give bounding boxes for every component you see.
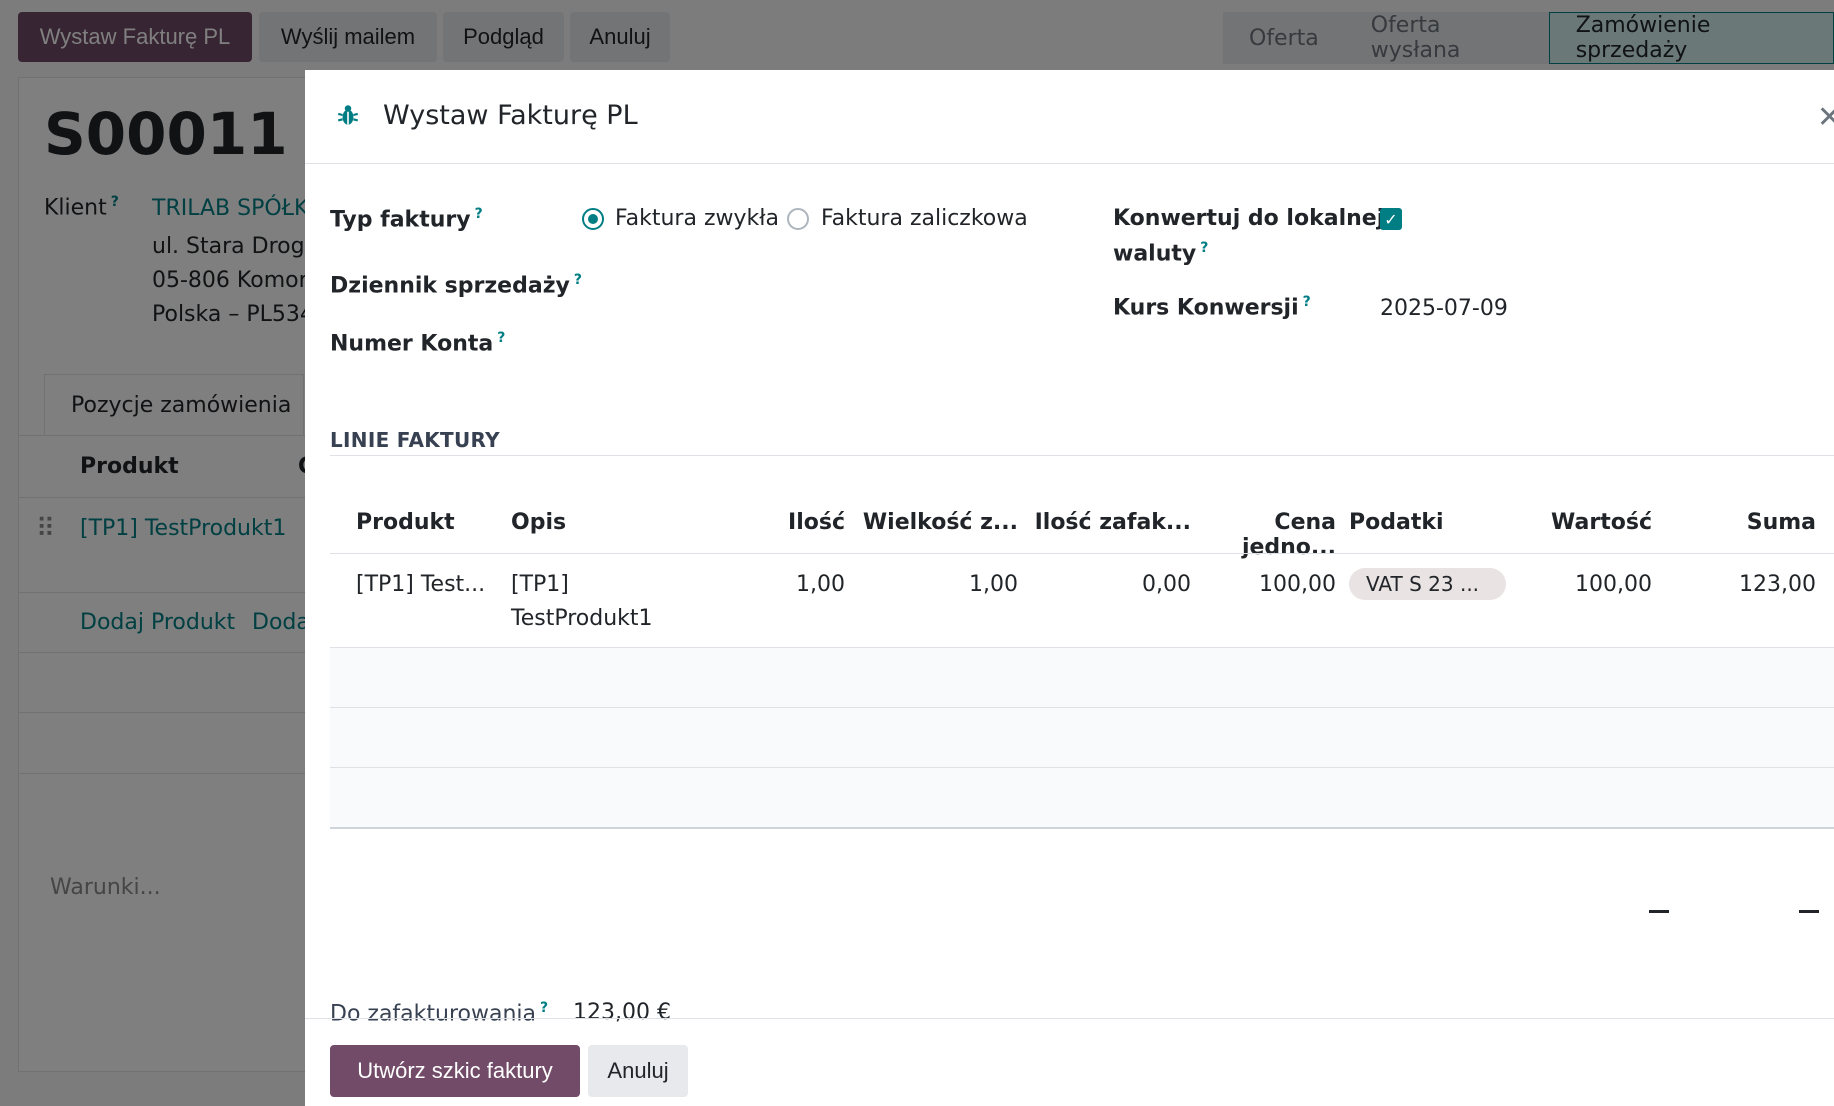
column-description[interactable]: Opis [511,510,566,535]
row-value: 100,00 [1575,572,1652,597]
divider [330,553,1834,554]
tax-badge[interactable]: VAT S 23 ... [1349,568,1506,600]
dialog-footer-divider [305,1018,1834,1019]
radio-regular-invoice[interactable] [582,208,604,230]
to-invoice-label: Do zafakturowania? [330,1000,549,1027]
radio-advance-label[interactable]: Faktura zaliczkowa [821,206,1028,231]
row-product[interactable]: [TP1] Test... [356,572,485,597]
divider [330,455,1834,456]
convert-currency-checkbox[interactable]: ✓ [1380,208,1402,230]
column-total[interactable]: Suma [1665,510,1816,535]
table-footer-divider [330,827,1834,829]
invoice-wizard-dialog: Wystaw Fakturę PL ✕ Typ faktury? Faktura… [305,70,1834,1106]
row-total: 123,00 [1739,572,1816,597]
to-invoice-value: 123,00 € [573,1000,671,1025]
close-icon[interactable]: ✕ [1817,100,1834,135]
invoice-lines-title: LINIE FAKTURY [330,428,500,452]
column-value[interactable]: Wartość [1525,510,1652,535]
dialog-header: Wystaw Fakturę PL ✕ [305,70,1834,164]
conversion-rate-value[interactable]: 2025-07-09 [1380,296,1508,321]
create-draft-invoice-button[interactable]: Utwórz szkic faktury [330,1045,580,1097]
dialog-title: Wystaw Fakturę PL [383,100,638,131]
account-number-label: Numer Konta? [330,330,506,357]
sum-total-dash [1799,910,1819,913]
row-description-2[interactable]: TestProdukt1 [511,606,653,631]
column-taxes[interactable]: Podatki [1349,510,1444,535]
convert-currency-label-2: waluty? [1113,240,1209,267]
conversion-rate-label: Kurs Konwersji? [1113,294,1311,321]
column-size[interactable]: Wielkość z... [845,510,1018,535]
table-row-empty [330,708,1834,767]
column-quantity[interactable]: Ilość [725,510,845,535]
radio-regular-label[interactable]: Faktura zwykła [615,206,779,231]
column-invoiced-qty[interactable]: Ilość zafak... [1018,510,1191,535]
sales-journal-label: Dziennik sprzedaży? [330,272,582,299]
bug-icon[interactable] [335,102,361,128]
table-row-empty [330,648,1834,707]
row-quantity[interactable]: 1,00 [725,572,845,597]
row-unit-price[interactable]: 100,00 [1191,572,1336,597]
column-product[interactable]: Produkt [356,510,455,535]
invoice-type-label: Typ faktury? [330,206,483,233]
row-invoiced-qty[interactable]: 0,00 [1018,572,1191,597]
row-size[interactable]: 1,00 [845,572,1018,597]
value-total-dash [1649,910,1669,913]
table-row-empty [330,768,1834,827]
row-description-1[interactable]: [TP1] [511,572,569,597]
convert-currency-label: Konwertuj do lokalnej [1113,206,1385,231]
radio-advance-invoice[interactable] [787,208,809,230]
cancel-button[interactable]: Anuluj [588,1045,688,1097]
